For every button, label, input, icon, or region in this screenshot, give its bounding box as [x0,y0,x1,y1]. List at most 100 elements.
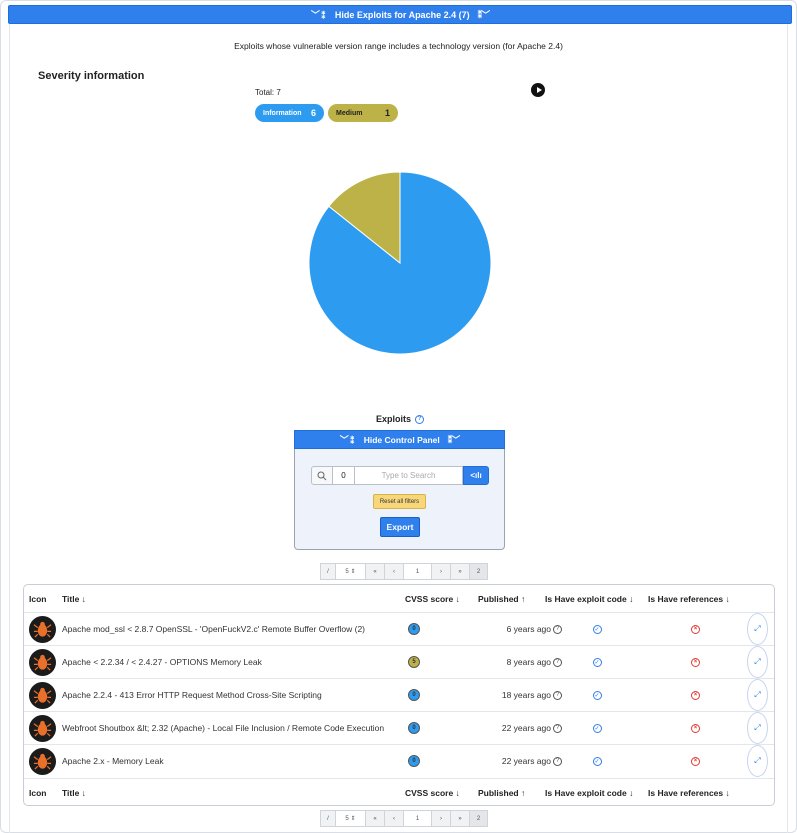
footer-references[interactable]: Is Have references ↓ [648,779,730,806]
bug-icon [29,714,56,742]
page-size-select[interactable]: 5 ⇕ [336,811,366,826]
check-icon: ✓ [592,657,602,667]
first-page-button[interactable]: « [366,564,385,579]
current-page[interactable]: 1 [404,564,432,579]
x-circle-icon: × [691,756,700,766]
footer-published[interactable]: Published ↑ [478,779,525,806]
expand-icon[interactable]: ⤢ [747,745,768,777]
row-cvss: 0 [405,712,485,744]
first-page-button[interactable]: « [366,811,385,826]
severity-pill-information[interactable]: Information 6 [255,104,324,122]
row-icon [29,646,56,678]
help-icon[interactable]: ? [415,414,425,424]
collapse-chevrons-icon: ⁑﹀ [477,10,490,20]
exploits-heading: Exploits ? [376,414,425,424]
search-icon[interactable] [311,466,333,485]
row-references: × [648,679,743,711]
row-title[interactable]: Apache 2.x - Memory Leak [62,745,164,777]
next-page-button[interactable]: › [432,811,451,826]
published-text: 22 years ago [501,756,551,766]
sort-arrows-icon: ⇕ [350,569,356,575]
page-size-select[interactable]: 5 ⇕ [336,564,366,579]
row-icon [29,712,56,744]
severity-total: Total: 7 [255,88,281,97]
hide-control-panel-toggle[interactable]: ﹀⁑ Hide Control Panel ⁑﹀ [294,430,505,449]
header-published[interactable]: Published ↑ [478,585,525,613]
pagination-top: / 5 ⇕ « ‹ 1 › » 2 [320,563,488,580]
right-border [787,24,788,833]
footer-exploit-code[interactable]: Is Have exploit code ↓ [545,779,633,806]
prev-page-button[interactable]: ‹ [385,564,404,579]
check-icon: ✓ [592,624,602,634]
x-circle-icon: × [691,624,700,634]
table-footer: Icon Title ↓ CVSS score ↓ Published ↑ Is… [24,778,774,806]
page-size-value: 5 [345,815,349,822]
hide-exploits-toggle[interactable]: ﹀⁑ Hide Exploits for Apache 2.4 (7) ⁑﹀ [8,5,792,24]
search-result-count: 0 [333,466,355,485]
x-circle-icon: × [691,690,700,700]
expand-icon[interactable]: ⤢ [747,679,768,711]
row-icon [29,613,56,645]
cvss-score-badge: 0 [408,623,420,635]
row-icon [29,679,56,711]
row-cvss: 0 [405,679,485,711]
severity-pie-chart [308,171,492,355]
filter-settings-button[interactable]: <ılı [463,466,489,485]
row-references: × [648,745,743,777]
table-row[interactable]: Webfroot Shoutbox &lt; 2.32 (Apache) - L… [24,711,774,744]
exploits-label: Exploits [376,414,412,424]
table-row[interactable]: Apache 2.x - Memory Leak 0 22 years ago?… [24,744,774,777]
table-row[interactable]: Apache 2.2.4 - 413 Error HTTP Request Me… [24,678,774,711]
row-title[interactable]: Webfroot Shoutbox &lt; 2.32 (Apache) - L… [62,712,384,744]
exploits-table: Icon Title ↓ CVSS score ↓ Published ↑ Is… [23,584,775,806]
header-references[interactable]: Is Have references ↓ [648,585,730,613]
header-icon: Icon [29,594,47,604]
expand-icon[interactable]: ⤢ [747,613,768,645]
last-page-button[interactable]: » [451,564,470,579]
next-page-button[interactable]: › [432,564,451,579]
last-page-button[interactable]: » [451,811,470,826]
row-title[interactable]: Apache 2.2.4 - 413 Error HTTP Request Me… [62,679,322,711]
header-exploit-code[interactable]: Is Have exploit code ↓ [545,585,633,613]
footer-cvss[interactable]: CVSS score ↓ [405,779,485,806]
expand-icon[interactable]: ⤢ [747,646,768,678]
reset-filters-button[interactable]: Reset all filters [373,494,426,509]
header-cvss[interactable]: CVSS score ↓ [405,585,485,613]
header-title[interactable]: Title ↓ [62,585,86,613]
row-references: × [648,646,743,678]
x-circle-icon: × [691,657,700,667]
page-size-label: / [321,811,336,826]
check-icon: ✓ [592,723,602,733]
check-icon: ✓ [592,690,602,700]
play-icon[interactable] [531,83,545,97]
current-page[interactable]: 1 [404,811,432,826]
prev-page-button[interactable]: ‹ [385,811,404,826]
x-circle-icon: × [691,723,700,733]
cvss-score-badge: 0 [408,755,420,767]
hide-control-panel-label: Hide Control Panel [363,434,440,445]
pagination-bottom: / 5 ⇕ « ‹ 1 › » 2 [320,810,488,827]
expand-icon[interactable]: ⤢ [747,712,768,744]
row-exploit-code: ✓ [545,712,649,744]
hide-exploits-label: Hide Exploits for Apache 2.4 (7) [334,9,470,20]
bug-icon [29,681,56,709]
row-cvss: 5 [405,646,485,678]
export-button[interactable]: Export [380,517,420,537]
table-row[interactable]: Apache mod_ssl < 2.8.7 OpenSSL - 'OpenFu… [24,612,774,645]
row-references: × [648,613,743,645]
collapse-chevrons-icon: ﹀⁑ [310,10,328,20]
pill-count: 1 [384,108,390,118]
row-cvss: 0 [405,613,485,645]
row-title[interactable]: Apache < 2.2.34 / < 2.4.27 - OPTIONS Mem… [62,646,262,678]
severity-title: Severity information [38,70,145,82]
total-pages: 2 [470,811,487,826]
row-exploit-code: ✓ [545,679,649,711]
row-title[interactable]: Apache mod_ssl < 2.8.7 OpenSSL - 'OpenFu… [62,613,365,645]
published-text: 22 years ago [501,723,551,733]
search-input[interactable] [355,466,463,485]
row-exploit-code: ✓ [545,613,649,645]
table-row[interactable]: Apache < 2.2.34 / < 2.4.27 - OPTIONS Mem… [24,645,774,678]
footer-title[interactable]: Title ↓ [62,779,86,806]
published-text: 18 years ago [501,690,551,700]
severity-pill-medium[interactable]: Medium 1 [328,104,398,122]
